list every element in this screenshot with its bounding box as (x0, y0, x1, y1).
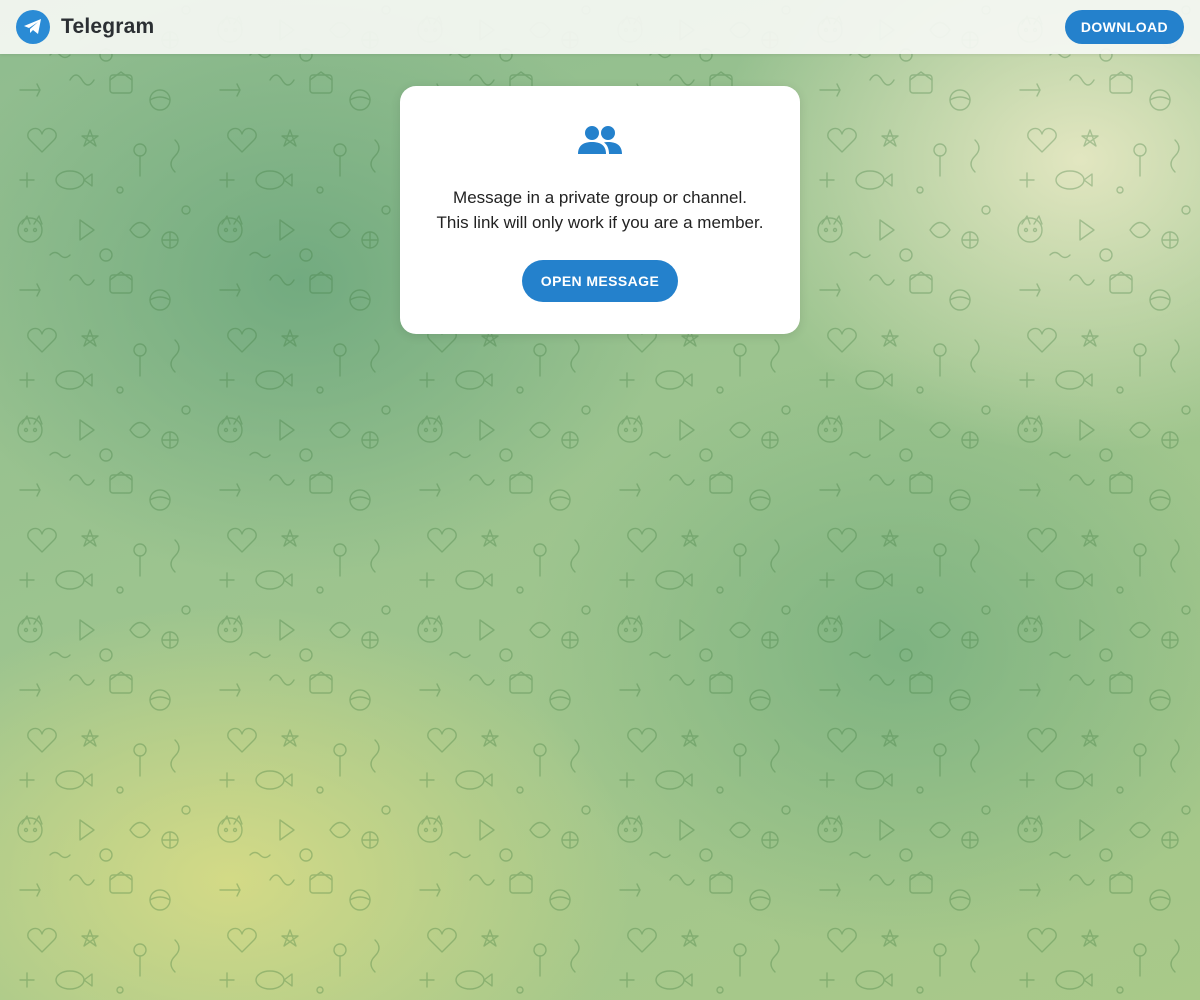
message-line-2: This link will only work if you are a me… (436, 213, 764, 232)
top-header: Telegram DOWNLOAD (0, 0, 1200, 54)
message-line-1: Message in a private group or channel. (453, 188, 747, 207)
download-button[interactable]: DOWNLOAD (1064, 10, 1184, 44)
paper-plane-icon (16, 10, 50, 44)
open-message-button[interactable]: OPEN MESSAGE (522, 260, 678, 302)
telegram-logo[interactable]: Telegram (16, 10, 154, 44)
logo-text: Telegram (61, 15, 155, 38)
message-card: Message in a private group or channel. T… (400, 86, 800, 334)
group-icon (578, 126, 622, 154)
